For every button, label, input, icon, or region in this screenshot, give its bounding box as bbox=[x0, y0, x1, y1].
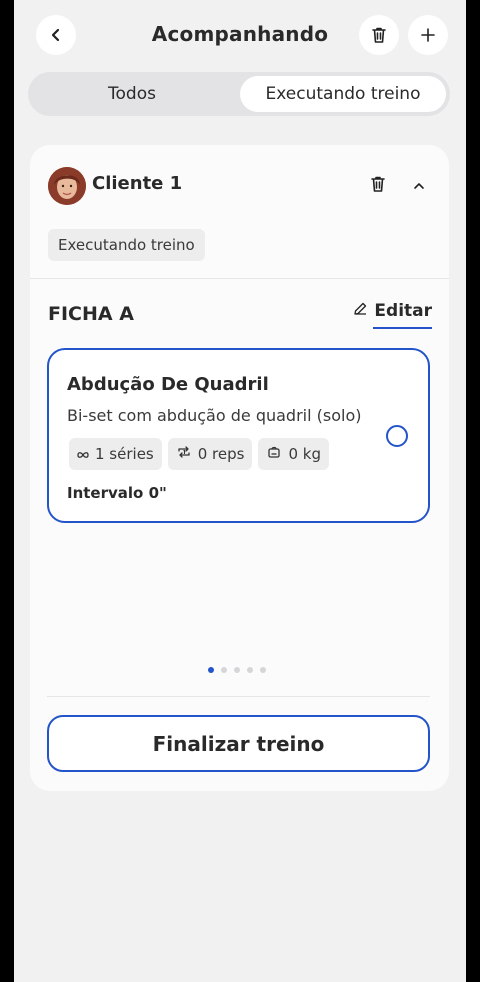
exercise-metrics: 1 séries 0 reps 0 kg bbox=[69, 438, 329, 470]
client-card: Cliente 1 Executando treino FICHA A Edit… bbox=[30, 145, 449, 791]
exercise-card[interactable]: Abdução De Quadril Bi-set com abdução de… bbox=[47, 348, 430, 523]
status-badge: Executando treino bbox=[48, 229, 205, 261]
trash-icon bbox=[371, 26, 387, 44]
weight-value: 0 kg bbox=[288, 445, 321, 463]
finish-workout-button[interactable]: Finalizar treino bbox=[47, 715, 430, 772]
divider bbox=[30, 278, 449, 279]
sheet-title: FICHA A bbox=[48, 303, 134, 325]
weight-chip: 0 kg bbox=[258, 438, 329, 470]
edit-label: Editar bbox=[374, 301, 432, 321]
series-value: 1 séries bbox=[95, 445, 154, 463]
reps-chip: 0 reps bbox=[167, 438, 253, 470]
exercise-name: Abdução De Quadril bbox=[67, 374, 269, 395]
divider bbox=[47, 696, 430, 697]
repeat-icon bbox=[176, 444, 192, 464]
pencil-icon bbox=[353, 301, 368, 321]
remove-client-button[interactable] bbox=[367, 175, 389, 197]
plus-icon bbox=[420, 27, 436, 43]
complete-radio[interactable] bbox=[386, 425, 408, 447]
edit-button[interactable]: Editar bbox=[353, 301, 432, 329]
collapse-button[interactable] bbox=[410, 177, 428, 195]
delete-all-button[interactable] bbox=[359, 15, 399, 55]
page-dot[interactable] bbox=[260, 667, 266, 673]
page-dot[interactable] bbox=[234, 667, 240, 673]
rest-interval: Intervalo 0" bbox=[67, 484, 167, 502]
pagination-dots bbox=[208, 667, 266, 673]
page-dot[interactable] bbox=[208, 667, 214, 673]
avatar bbox=[48, 167, 86, 205]
chevron-up-icon bbox=[413, 177, 425, 196]
tab-executando-treino[interactable]: Executando treino bbox=[240, 76, 446, 112]
page-dot[interactable] bbox=[247, 667, 253, 673]
tab-bar: Todos Executando treino bbox=[28, 72, 450, 116]
reps-value: 0 reps bbox=[197, 445, 245, 463]
screen: Acompanhando Todos Executando treino Cli… bbox=[14, 0, 466, 982]
client-name: Cliente 1 bbox=[92, 173, 183, 194]
add-button[interactable] bbox=[408, 15, 448, 55]
tab-todos[interactable]: Todos bbox=[34, 76, 230, 112]
exercise-description: Bi-set com abdução de quadril (solo) bbox=[67, 406, 362, 425]
series-chip: 1 séries bbox=[69, 438, 162, 470]
trash-icon bbox=[370, 175, 386, 197]
page-dot[interactable] bbox=[221, 667, 227, 673]
infinity-icon bbox=[77, 445, 89, 463]
edit-underline bbox=[373, 327, 432, 329]
weight-icon bbox=[266, 444, 282, 464]
